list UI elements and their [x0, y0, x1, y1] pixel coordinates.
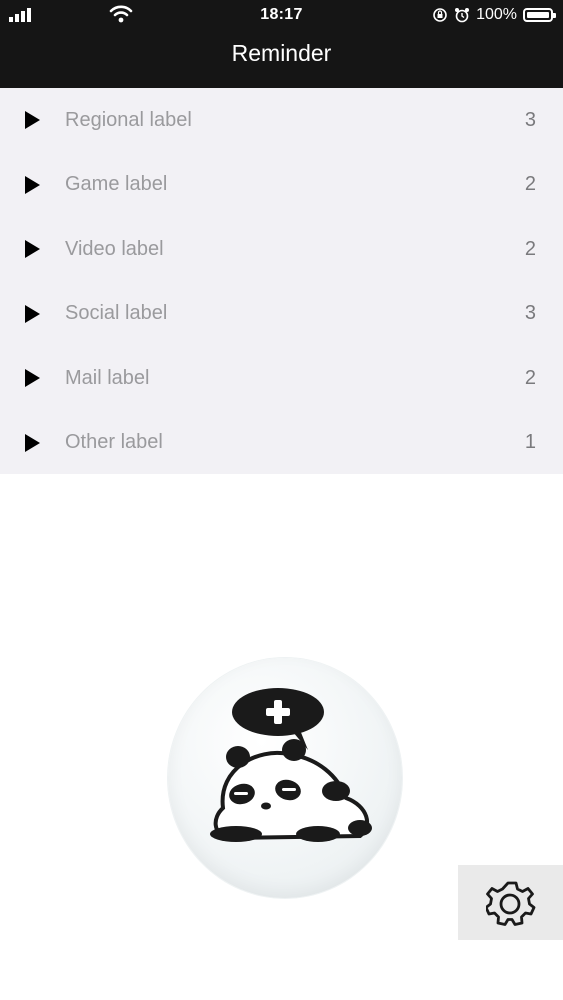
top-bar: 18:17 100% Reminder [0, 0, 563, 88]
list-item[interactable]: Social label 3 [0, 282, 563, 347]
list-item-label: Regional label [65, 108, 192, 131]
list-item[interactable]: Regional label 3 [0, 88, 563, 153]
alarm-icon [455, 8, 470, 23]
list-item-label: Game label [65, 173, 168, 196]
gear-icon [486, 881, 536, 926]
play-icon [25, 433, 40, 452]
list-item[interactable]: Other label 1 [0, 411, 563, 476]
panda-add-icon [210, 688, 372, 842]
label-list: Regional label 3 Game label 2 Video labe… [0, 88, 563, 474]
list-item-label: Social label [65, 302, 168, 325]
battery-icon [523, 8, 556, 22]
list-item[interactable]: Mail label 2 [0, 346, 563, 411]
status-bar: 18:17 100% [0, 0, 563, 30]
play-icon [25, 175, 40, 194]
list-item-label: Video label [65, 237, 164, 260]
list-item-label: Other label [65, 431, 163, 454]
list-item-count: 2 [524, 173, 536, 196]
play-icon [25, 111, 40, 130]
status-right: 100% [432, 5, 556, 25]
battery-percent: 100% [476, 6, 517, 23]
add-reminder-button[interactable] [168, 658, 402, 898]
play-icon [25, 369, 40, 388]
settings-button[interactable] [458, 865, 563, 940]
play-icon [25, 304, 40, 323]
play-icon [25, 240, 40, 259]
list-item-count: 3 [524, 108, 536, 131]
list-item-label: Mail label [65, 366, 150, 389]
rotation-lock-icon [433, 8, 447, 22]
list-item[interactable]: Game label 2 [0, 153, 563, 218]
list-item-count: 2 [524, 366, 536, 389]
list-item-count: 3 [524, 302, 536, 325]
list-item[interactable]: Video label 2 [0, 217, 563, 282]
list-item-count: 2 [524, 237, 536, 260]
page-title: Reminder [231, 40, 332, 66]
list-item-count: 1 [524, 431, 536, 454]
